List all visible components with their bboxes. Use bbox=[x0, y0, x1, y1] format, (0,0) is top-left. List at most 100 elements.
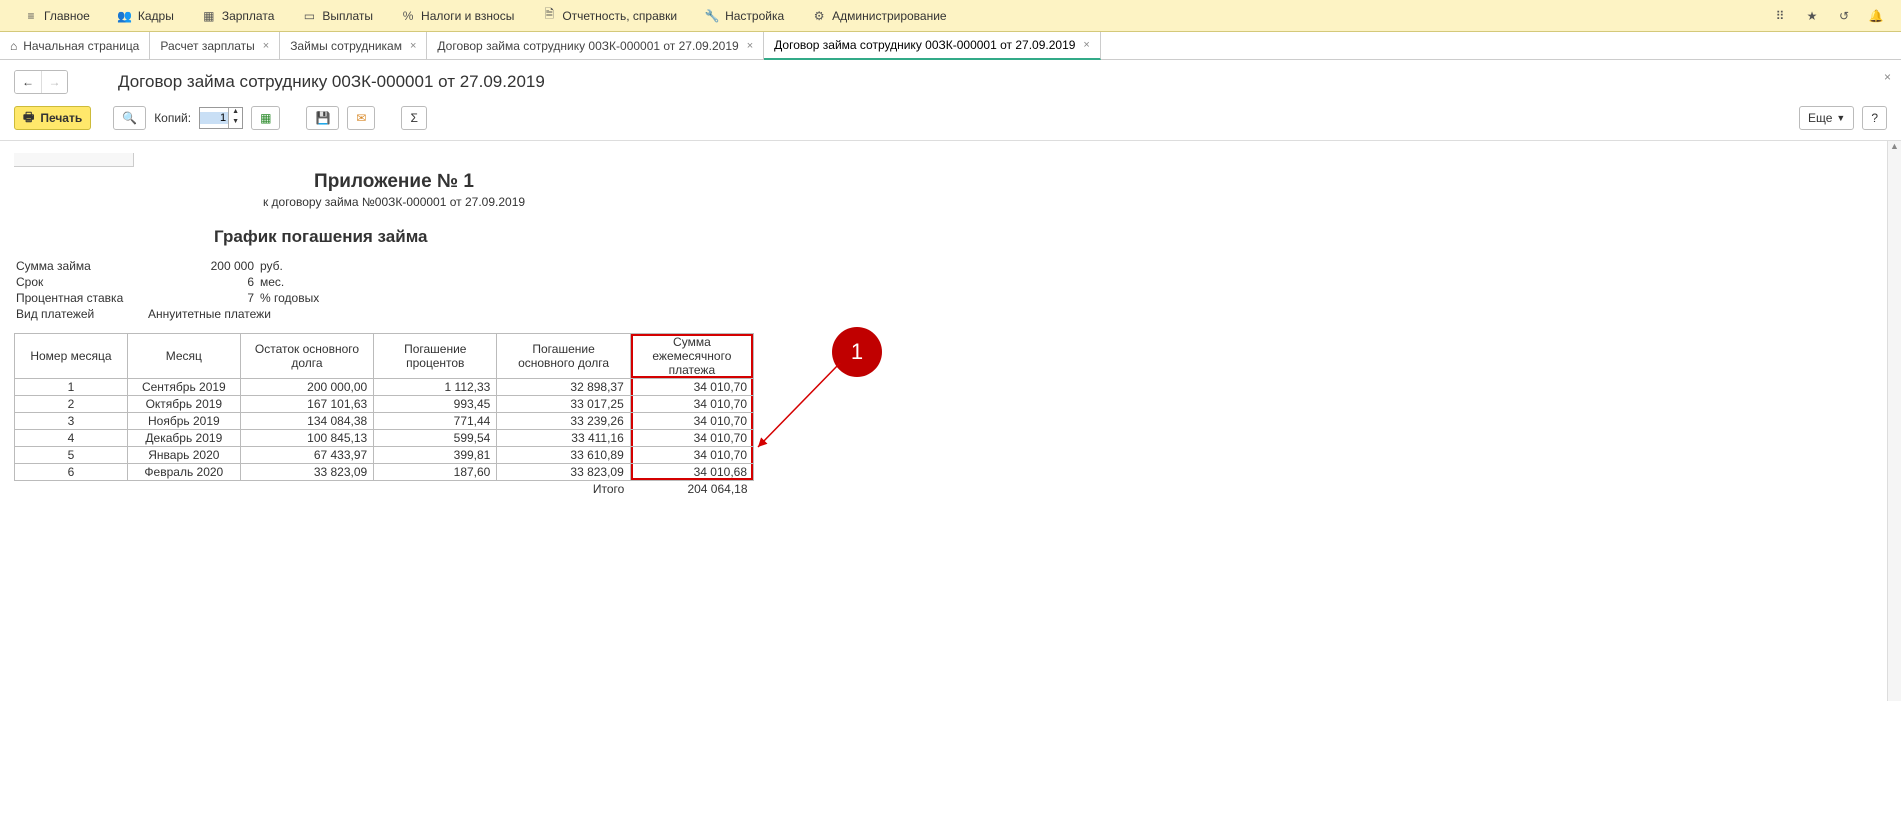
col-header: Остаток основного долга bbox=[240, 334, 373, 379]
schedule-table: Номер месяца Месяц Остаток основного дол… bbox=[14, 333, 754, 497]
nav-buttons: ← → bbox=[14, 70, 68, 94]
cell-month: Ноябрь 2019 bbox=[127, 413, 240, 430]
help-button[interactable]: ? bbox=[1862, 106, 1887, 130]
cell-principal: 33 017,25 bbox=[497, 396, 630, 413]
close-page-icon[interactable]: × bbox=[1884, 70, 1891, 84]
cell-n: 1 bbox=[15, 379, 128, 396]
menu-vyplaty[interactable]: ▭ Выплаты bbox=[288, 9, 387, 23]
param-label: Процентная ставка bbox=[16, 291, 146, 305]
cell-principal: 32 898,37 bbox=[497, 379, 630, 396]
nav-forward-button[interactable]: → bbox=[41, 71, 67, 93]
cell-n: 5 bbox=[15, 447, 128, 464]
tab-raschet[interactable]: Расчет зарплаты × bbox=[150, 32, 280, 59]
preview-button[interactable]: 🔍 bbox=[113, 106, 146, 130]
cell-principal: 33 823,09 bbox=[497, 464, 630, 481]
menu-label: Администрирование bbox=[832, 9, 946, 23]
cell-rest: 134 084,38 bbox=[240, 413, 373, 430]
tab-bar: ⌂ Начальная страница Расчет зарплаты × З… bbox=[0, 32, 1901, 60]
apps-icon[interactable]: ⠿ bbox=[1771, 7, 1789, 25]
percent-icon: % bbox=[401, 9, 415, 23]
total-label: Итого bbox=[497, 481, 630, 498]
param-label: Вид платежей bbox=[16, 307, 146, 321]
more-button[interactable]: Еще ▼ bbox=[1799, 106, 1854, 130]
toolbar: 🖶 Печать 🔍 Копий: ▲ ▼ ▦ 💾 ✉ Σ Еще ▼ ? bbox=[0, 100, 1901, 141]
menu-label: Налоги и взносы bbox=[421, 9, 514, 23]
param-unit: руб. bbox=[260, 259, 325, 273]
tab-zaimy[interactable]: Займы сотрудникам × bbox=[280, 32, 427, 59]
menu-admin[interactable]: ⚙ Администрирование bbox=[798, 9, 960, 23]
cell-principal: 33 411,16 bbox=[497, 430, 630, 447]
col-header: Номер месяца bbox=[15, 334, 128, 379]
param-label: Сумма займа bbox=[16, 259, 146, 273]
mail-icon: ✉ bbox=[356, 111, 366, 125]
col-header-highlighted: Сумма ежемесячного платежа bbox=[630, 334, 753, 379]
cell-interest: 1 112,33 bbox=[374, 379, 497, 396]
copies-label: Копий: bbox=[154, 111, 191, 125]
print-button[interactable]: 🖶 Печать bbox=[14, 106, 91, 130]
cell-payment: 34 010,70 bbox=[630, 396, 753, 413]
table-row: 1Сентябрь 2019200 000,001 112,3332 898,3… bbox=[15, 379, 754, 396]
bell-icon[interactable]: 🔔 bbox=[1867, 7, 1885, 25]
tab-label: Договор займа сотруднику 00ЗК-000001 от … bbox=[774, 38, 1075, 52]
menu-otchetnost[interactable]: 🗎 Отчетность, справки bbox=[528, 9, 691, 23]
save-button[interactable]: 💾 bbox=[306, 106, 339, 130]
cell-payment: 34 010,68 bbox=[630, 464, 753, 481]
menu-label: Зарплата bbox=[222, 9, 275, 23]
cell-interest: 399,81 bbox=[374, 447, 497, 464]
param-unit: мес. bbox=[260, 275, 325, 289]
menu-nastroika[interactable]: 🔧 Настройка bbox=[691, 9, 798, 23]
document-content: Приложение № 1 к договору займа №00ЗК-00… bbox=[0, 141, 1901, 509]
scroll-up-icon[interactable]: ▲ bbox=[1888, 141, 1901, 155]
history-icon[interactable]: ↺ bbox=[1835, 7, 1853, 25]
sigma-icon: Σ bbox=[410, 111, 417, 125]
copies-spinner[interactable]: ▲ ▼ bbox=[199, 107, 243, 129]
tab-home[interactable]: ⌂ Начальная страница bbox=[0, 32, 150, 59]
menu-label: Кадры bbox=[138, 9, 174, 23]
doc-section-title: График погашения займа bbox=[214, 227, 774, 247]
star-icon[interactable]: ★ bbox=[1803, 7, 1821, 25]
menu-main[interactable]: ≡ Главное bbox=[10, 9, 104, 23]
menu-label: Главное bbox=[44, 9, 90, 23]
menu-system-icons: ⠿ ★ ↺ 🔔 bbox=[1771, 7, 1891, 25]
menu-kadry[interactable]: 👥 Кадры bbox=[104, 9, 188, 23]
sum-button[interactable]: Σ bbox=[401, 106, 426, 130]
excel-button[interactable]: ▦ bbox=[251, 106, 280, 130]
close-icon[interactable]: × bbox=[410, 40, 416, 52]
table-row: 2Октябрь 2019167 101,63993,4533 017,2534… bbox=[15, 396, 754, 413]
report-icon: 🗎 bbox=[542, 9, 556, 23]
close-icon[interactable]: × bbox=[747, 40, 753, 52]
spin-down-icon[interactable]: ▼ bbox=[228, 118, 242, 128]
nav-back-button[interactable]: ← bbox=[15, 71, 41, 93]
wallet-icon: ▭ bbox=[302, 9, 316, 23]
close-icon[interactable]: × bbox=[263, 40, 269, 52]
print-label: Печать bbox=[40, 111, 82, 125]
wrench-icon: 🔧 bbox=[705, 9, 719, 23]
vertical-scrollbar[interactable]: ▲ bbox=[1887, 141, 1901, 701]
cell-rest: 67 433,97 bbox=[240, 447, 373, 464]
tab-dogovor-2[interactable]: Договор займа сотруднику 00ЗК-000001 от … bbox=[764, 32, 1101, 60]
cell-payment: 34 010,70 bbox=[630, 379, 753, 396]
cell-principal: 33 610,89 bbox=[497, 447, 630, 464]
mail-button[interactable]: ✉ bbox=[347, 106, 375, 130]
tab-dogovor-1[interactable]: Договор займа сотруднику 00ЗК-000001 от … bbox=[427, 32, 764, 59]
cell-n: 2 bbox=[15, 396, 128, 413]
copies-input[interactable] bbox=[200, 112, 228, 124]
menu-nalogi[interactable]: % Налоги и взносы bbox=[387, 9, 528, 23]
col-header: Погашение основного долга bbox=[497, 334, 630, 379]
tab-label: Договор займа сотруднику 00ЗК-000001 от … bbox=[437, 39, 738, 53]
menu-zarplata[interactable]: ▦ Зарплата bbox=[188, 9, 289, 23]
menu-label: Выплаты bbox=[322, 9, 373, 23]
cell-rest: 200 000,00 bbox=[240, 379, 373, 396]
spin-up-icon[interactable]: ▲ bbox=[228, 108, 242, 118]
loan-params: Сумма займа 200 000 руб. Срок 6 мес. Про… bbox=[14, 257, 327, 323]
col-header: Погашение процентов bbox=[374, 334, 497, 379]
param-label: Срок bbox=[16, 275, 146, 289]
cell-n: 4 bbox=[15, 430, 128, 447]
close-icon[interactable]: × bbox=[1083, 39, 1089, 51]
magnifier-icon: 🔍 bbox=[122, 111, 137, 125]
param-value: 6 bbox=[148, 275, 258, 289]
tab-label: Займы сотрудникам bbox=[290, 39, 402, 53]
main-menu: ≡ Главное 👥 Кадры ▦ Зарплата ▭ Выплаты %… bbox=[0, 0, 1901, 32]
more-label: Еще bbox=[1808, 111, 1832, 125]
cell-n: 3 bbox=[15, 413, 128, 430]
